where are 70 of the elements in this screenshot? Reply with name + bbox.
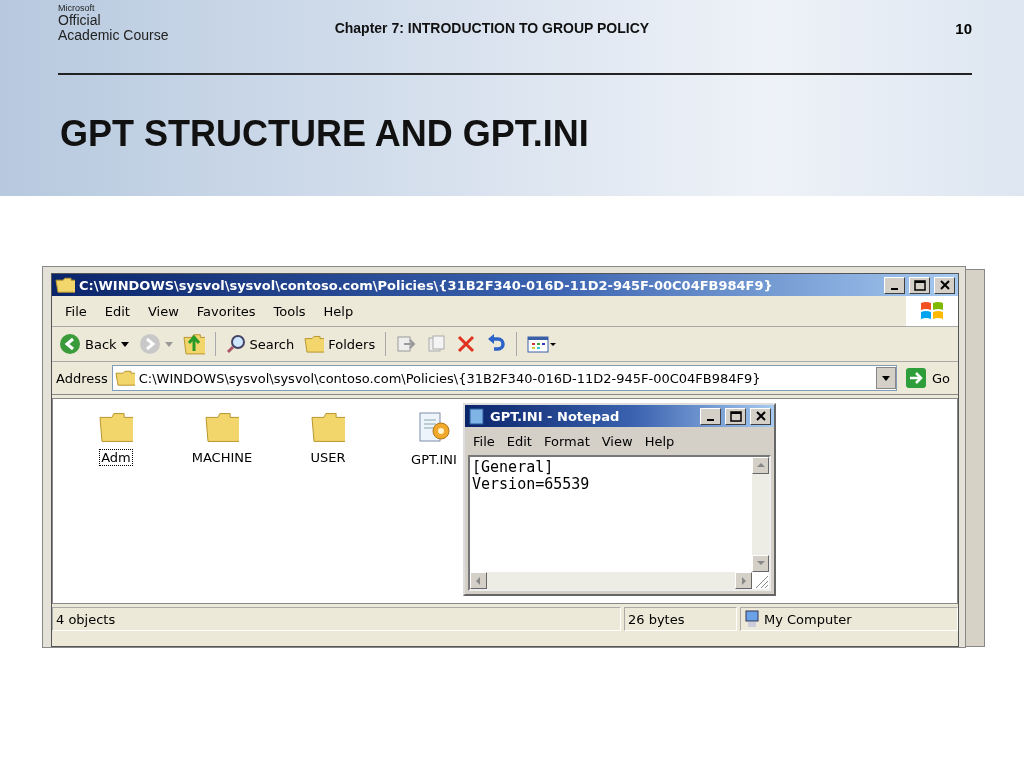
- folders-button[interactable]: Folders: [301, 335, 379, 353]
- notepad-icon: [468, 407, 486, 425]
- folder-icon[interactable]: [99, 411, 133, 443]
- folder-icon[interactable]: [205, 411, 239, 443]
- menu-item[interactable]: File: [56, 303, 96, 319]
- brand-name: Microsoft: [58, 3, 96, 13]
- caret-icon: [881, 375, 890, 381]
- up-folder-icon: [182, 333, 205, 355]
- maximize-icon: [911, 279, 928, 291]
- search-icon: [225, 334, 246, 354]
- settings-file-icon[interactable]: [417, 411, 451, 445]
- maximize-button[interactable]: [909, 276, 930, 294]
- dropdown-button[interactable]: [875, 367, 896, 389]
- file-name[interactable]: GPT.INI: [409, 451, 459, 468]
- close-button[interactable]: [934, 276, 955, 294]
- address-field[interactable]: C:\WINDOWS\sysvol\sysvol\contoso.com\Policies\{31B2F340-016D-11D2-945F-00C04FB984F9}: [111, 365, 897, 391]
- brand-line: Official: [58, 13, 102, 28]
- horizontal-scrollbar[interactable]: [470, 572, 752, 589]
- go-button[interactable]: Go: [900, 367, 954, 389]
- views-icon: [527, 334, 558, 354]
- file-name[interactable]: MACHINE: [189, 449, 255, 466]
- scroll-arrow-button[interactable]: [470, 572, 487, 589]
- minimize-icon: [891, 287, 898, 290]
- computer-icon: [744, 610, 760, 628]
- chapter-title: Chapter 7: INTRODUCTION TO GROUP POLICY: [333, 19, 651, 36]
- menu-item[interactable]: Help: [314, 303, 363, 319]
- folder-icon: [114, 370, 135, 386]
- menu-item[interactable]: View: [138, 303, 188, 319]
- text-line: [General]: [472, 459, 555, 476]
- folder-icon: [55, 277, 75, 293]
- dropdown-arrow-icon[interactable]: [120, 341, 129, 347]
- copy-to-icon: [426, 334, 447, 354]
- minimize-button[interactable]: [700, 407, 721, 425]
- status-panel: 26 bytes: [624, 607, 737, 631]
- text-editor[interactable]: [General] Version=65539: [468, 455, 771, 591]
- menu-item[interactable]: Edit: [95, 303, 139, 319]
- menu-item[interactable]: Favorites: [187, 303, 265, 319]
- scroll-arrow-button[interactable]: [752, 457, 769, 474]
- menu-item[interactable]: Tools: [264, 303, 315, 319]
- back-button[interactable]: Back: [56, 333, 132, 355]
- scroll-arrow-button[interactable]: [752, 555, 769, 572]
- delete-icon: [456, 334, 477, 354]
- scroll-arrow-button[interactable]: [735, 572, 752, 589]
- folder-icon: [304, 335, 325, 353]
- brand-line: Academic Course: [58, 28, 169, 43]
- folder-icon[interactable]: [311, 411, 345, 443]
- status-panel: My Computer: [740, 607, 958, 631]
- minimize-button[interactable]: [884, 276, 905, 294]
- vertical-scrollbar[interactable]: [752, 457, 769, 572]
- window-title: C:\WINDOWS\sysvol\sysvol\contoso.com\Policies\{31B2F340-016D-11D2-945F-00C04FB984F9}: [79, 277, 774, 293]
- menu-item[interactable]: View: [595, 433, 639, 449]
- maximize-button[interactable]: [725, 407, 746, 425]
- file-name[interactable]: USER: [308, 449, 348, 466]
- menu-item[interactable]: Edit: [500, 433, 538, 449]
- page-number: 10: [955, 19, 972, 37]
- menu-item[interactable]: Help: [638, 433, 681, 449]
- menu-item[interactable]: File: [467, 433, 501, 449]
- slide-title: GPT STRUCTURE AND GPT.INI: [60, 113, 590, 155]
- menu-item[interactable]: Format: [537, 433, 596, 449]
- status-panel: 4 objects: [52, 607, 621, 631]
- address-label: Address: [56, 370, 108, 386]
- search-button[interactable]: Search: [222, 334, 298, 354]
- window-title: GPT.INI - Notepad: [490, 408, 621, 424]
- maximize-icon: [727, 410, 744, 422]
- file-name[interactable]: Adm: [99, 449, 133, 466]
- move-to-icon: [396, 334, 417, 354]
- undo-icon: [486, 334, 507, 354]
- minimize-icon: [707, 418, 714, 421]
- close-button[interactable]: [750, 407, 771, 425]
- text-line: Version=65539: [472, 476, 591, 493]
